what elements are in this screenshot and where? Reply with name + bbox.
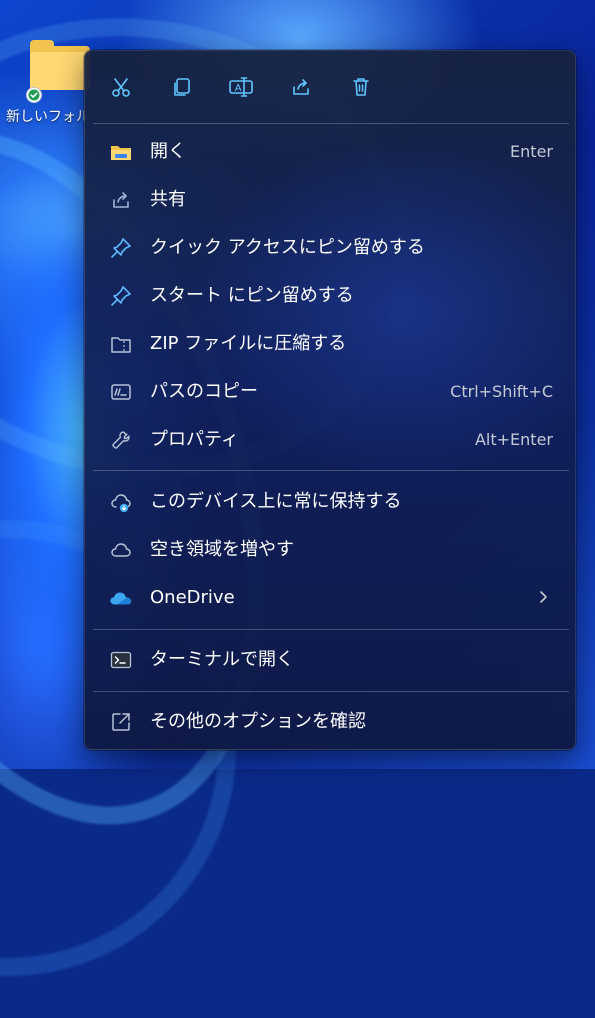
wrench-icon <box>109 428 133 452</box>
copy-button[interactable] <box>165 73 197 105</box>
rename-icon: A <box>228 75 254 103</box>
menu-item-label: スタート にピン留めする <box>150 285 354 306</box>
menu-item-label: クイック アクセスにピン留めする <box>150 237 425 258</box>
folder-icon <box>30 40 90 92</box>
cloud-outline-icon <box>109 538 133 562</box>
menu-item-label: OneDrive <box>150 587 235 608</box>
svg-text:A: A <box>235 83 242 94</box>
menu-item-more-options[interactable]: その他のオプションを確認 <box>93 699 569 745</box>
share-icon <box>109 188 133 212</box>
menu-item-open[interactable]: 開く Enter <box>93 129 569 175</box>
menu-separator <box>93 629 569 630</box>
menu-item-shortcut: Enter <box>510 142 553 161</box>
menu-item-shortcut: Ctrl+Shift+C <box>450 382 553 401</box>
copy-icon <box>169 75 193 103</box>
sync-status-icon <box>26 87 42 103</box>
onedrive-icon <box>109 586 133 610</box>
menu-item-free-space[interactable]: 空き領域を増やす <box>93 527 569 573</box>
menu-item-properties[interactable]: プロパティ Alt+Enter <box>93 417 569 463</box>
menu-item-shortcut: Alt+Enter <box>474 430 553 449</box>
folder-open-icon <box>109 140 133 164</box>
menu-item-label: 空き領域を増やす <box>150 539 294 560</box>
menu-item-share[interactable]: 共有 <box>93 177 569 223</box>
more-options-icon <box>109 710 133 734</box>
pin-icon <box>109 284 133 308</box>
delete-button[interactable] <box>345 73 377 105</box>
menu-item-onedrive[interactable]: OneDrive <box>93 575 569 621</box>
copy-path-icon <box>109 380 133 404</box>
chevron-right-icon <box>535 589 551 605</box>
cut-button[interactable] <box>105 73 137 105</box>
zip-folder-icon <box>109 332 133 356</box>
menu-item-label: このデバイス上に常に保持する <box>150 491 402 512</box>
menu-separator <box>93 470 569 471</box>
context-menu: A 開く Enter 共有 クイック アクセスにピン留めする スタート にピン留… <box>84 50 576 750</box>
menu-item-pin-quick-access[interactable]: クイック アクセスにピン留めする <box>93 225 569 271</box>
menu-item-keep-on-device[interactable]: このデバイス上に常に保持する <box>93 479 569 525</box>
cloud-download-icon <box>109 490 133 514</box>
menu-item-label: 開く <box>150 141 186 162</box>
share-button[interactable] <box>285 73 317 105</box>
menu-item-copy-path[interactable]: パスのコピー Ctrl+Shift+C <box>93 369 569 415</box>
menu-separator <box>93 691 569 692</box>
menu-separator <box>93 123 569 124</box>
menu-item-label: パスのコピー <box>150 381 258 402</box>
menu-item-label: その他のオプションを確認 <box>150 711 366 732</box>
trash-icon <box>349 75 373 103</box>
rename-button[interactable]: A <box>225 73 257 105</box>
terminal-icon <box>109 648 133 672</box>
desktop-folder-item[interactable]: 新しいフォル <box>6 40 90 130</box>
menu-item-label: ターミナルで開く <box>150 649 294 670</box>
menu-item-open-terminal[interactable]: ターミナルで開く <box>93 637 569 683</box>
menu-item-label: 共有 <box>150 189 186 210</box>
menu-item-label: ZIP ファイルに圧縮する <box>150 333 347 354</box>
scissors-icon <box>109 75 133 103</box>
menu-item-zip[interactable]: ZIP ファイルに圧縮する <box>93 321 569 367</box>
menu-item-label: プロパティ <box>150 429 239 450</box>
menu-item-pin-start[interactable]: スタート にピン留めする <box>93 273 569 319</box>
pin-icon <box>109 236 133 260</box>
share-icon <box>289 75 313 103</box>
context-toolbar: A <box>85 51 575 123</box>
